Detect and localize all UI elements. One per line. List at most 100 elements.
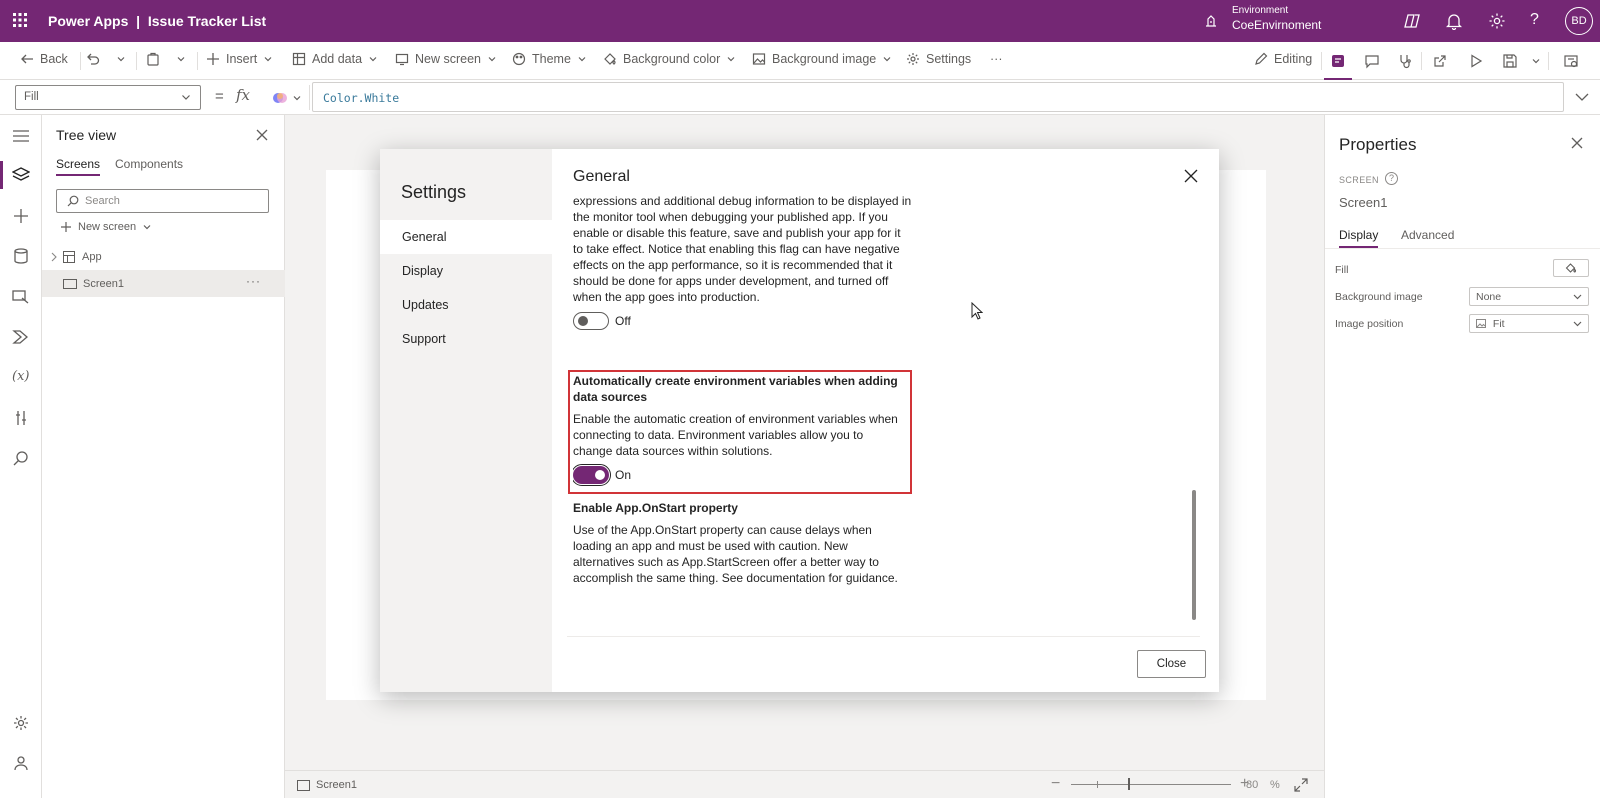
divider — [1421, 52, 1422, 70]
pencil-icon — [1255, 52, 1268, 65]
expand-formula-icon[interactable] — [1574, 89, 1590, 105]
environment-name[interactable]: CoeEnvirnoment — [1232, 18, 1321, 32]
debug-toggle[interactable] — [573, 312, 609, 330]
nav-display[interactable]: Display — [380, 254, 552, 288]
app-title: Power Apps | Issue Tracker List — [48, 13, 267, 29]
zoom-slider[interactable] — [1071, 784, 1231, 785]
section-title: General — [573, 168, 630, 185]
undo-icon — [87, 53, 100, 65]
paste-button[interactable] — [146, 52, 186, 66]
chevron-down-icon — [177, 57, 185, 62]
search-icon — [67, 195, 79, 207]
close-icon[interactable] — [1571, 137, 1583, 149]
equals-sign: = — [215, 88, 224, 105]
notifications-icon[interactable] — [1446, 12, 1462, 30]
comments-icon[interactable] — [1364, 53, 1380, 69]
formula-input[interactable]: Color.White — [312, 82, 1564, 112]
tab-screens[interactable]: Screens — [56, 157, 101, 176]
tab-display[interactable]: Display — [1339, 228, 1379, 248]
zoom-value[interactable]: 80 — [1246, 779, 1258, 791]
image-icon — [752, 53, 766, 65]
background-image-dropdown[interactable]: None — [1469, 287, 1589, 306]
app-icon — [63, 250, 75, 263]
help-icon[interactable]: ? — [1385, 172, 1398, 185]
close-icon[interactable] — [256, 129, 268, 141]
settings-gear-icon[interactable] — [1488, 12, 1506, 30]
paint-bucket-icon — [1565, 263, 1577, 273]
close-icon[interactable] — [1183, 168, 1199, 184]
nav-support[interactable]: Support — [380, 322, 552, 356]
image-icon — [1476, 319, 1486, 328]
fit-to-window-icon[interactable] — [1294, 778, 1308, 792]
nav-updates[interactable]: Updates — [380, 288, 552, 322]
close-button[interactable]: Close — [1137, 650, 1206, 678]
environment-icon[interactable] — [1203, 13, 1219, 29]
tree-item-app[interactable]: App — [42, 243, 285, 270]
image-position-dropdown[interactable]: Fit — [1469, 314, 1589, 333]
fill-color-picker[interactable] — [1553, 259, 1589, 277]
data-icon[interactable] — [12, 248, 30, 264]
property-dropdown[interactable]: Fill — [15, 85, 201, 110]
nav-general[interactable]: General — [380, 220, 552, 254]
add-data-button[interactable]: Add data — [292, 52, 378, 66]
share-icon[interactable] — [1432, 53, 1448, 69]
background-image-button[interactable]: Background image — [752, 52, 892, 66]
tree-view-icon[interactable] — [0, 161, 30, 189]
hamburger-menu-icon[interactable] — [12, 128, 30, 144]
virtual-agent-icon[interactable] — [12, 755, 30, 771]
play-icon[interactable] — [1468, 53, 1484, 69]
gear-icon — [907, 53, 919, 65]
user-avatar[interactable]: BD — [1565, 7, 1593, 35]
new-screen-button[interactable]: New screen — [60, 221, 152, 233]
tree-item-screen1[interactable]: Screen1 ··· — [42, 270, 285, 297]
power-automate-icon[interactable] — [12, 329, 30, 345]
app-launcher-icon[interactable] — [12, 12, 28, 28]
publish-icon[interactable] — [1563, 53, 1579, 69]
health-icon[interactable] — [1397, 53, 1413, 69]
chevron-down-icon — [264, 57, 272, 62]
settings-icon[interactable] — [12, 715, 30, 731]
footer-screen-selector[interactable]: Screen1 — [297, 779, 357, 791]
tree-search-input[interactable]: Search — [56, 189, 269, 213]
more-commands-button[interactable]: ··· — [990, 52, 1003, 66]
back-button[interactable]: Back — [20, 52, 68, 66]
palette-icon — [512, 52, 526, 66]
copilot-icon[interactable] — [1403, 12, 1421, 30]
help-icon[interactable]: ? — [1530, 11, 1539, 29]
tab-advanced[interactable]: Advanced — [1401, 228, 1454, 242]
properties-control-name[interactable]: Screen1 — [1339, 195, 1387, 210]
insert-icon[interactable] — [12, 208, 30, 224]
zoom-out-button[interactable]: − — [1051, 775, 1060, 793]
more-options-icon[interactable]: ··· — [246, 274, 261, 288]
advanced-tools-icon[interactable] — [12, 410, 30, 426]
chevron-down-icon — [143, 225, 151, 230]
image-position-label: Image position — [1335, 318, 1404, 330]
media-icon[interactable] — [12, 289, 30, 305]
divider — [1325, 248, 1600, 249]
insert-button[interactable]: Insert — [206, 52, 273, 66]
theme-button[interactable]: Theme — [512, 52, 587, 66]
onstart-setting-title: Enable App.OnStart property — [573, 501, 738, 515]
variables-icon[interactable]: (x) — [12, 369, 29, 384]
app-checker-icon[interactable] — [1330, 53, 1346, 69]
new-screen-button[interactable]: New screen — [395, 52, 497, 66]
formula-copilot-button[interactable] — [264, 85, 310, 110]
highlight-box — [568, 370, 912, 494]
chevron-down-icon — [369, 57, 377, 62]
debug-toggle-row: Off — [573, 312, 913, 330]
settings-button[interactable]: Settings — [906, 52, 971, 66]
zoom-slider-thumb[interactable] — [1128, 778, 1130, 790]
undo-button[interactable] — [86, 52, 126, 66]
background-color-button[interactable]: Background color — [603, 52, 736, 66]
save-icon[interactable] — [1502, 53, 1518, 69]
onstart-description: Use of the App.OnStart property can caus… — [573, 523, 898, 585]
editing-button[interactable]: Editing — [1254, 52, 1312, 66]
divider — [1548, 52, 1549, 70]
settings-scrollbar[interactable] — [1192, 490, 1196, 620]
settings-title: Settings — [401, 182, 467, 202]
tab-components[interactable]: Components — [115, 157, 183, 171]
divider — [197, 52, 198, 70]
save-chevron-down-icon[interactable] — [1531, 56, 1541, 66]
search-icon[interactable] — [12, 451, 30, 467]
plus-icon — [61, 222, 71, 232]
